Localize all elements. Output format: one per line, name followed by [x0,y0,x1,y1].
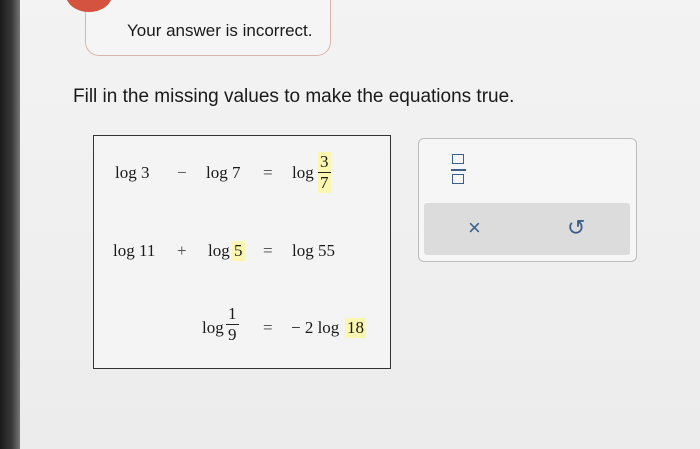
eq3-answer-input[interactable]: 18 [345,318,366,338]
action-bar [424,203,630,255]
eq2-operator: + [177,241,187,260]
eq1-right-log: log [292,163,314,182]
fraction-template-denominator-box [452,174,464,184]
undo-icon[interactable]: ↺ [567,217,585,239]
eq2-middle-log: log [208,241,230,260]
fraction-template-icon[interactable] [451,154,467,186]
eq1-equals: = [263,163,273,182]
window-left-edge [0,0,20,449]
instruction-text: Fill in the missing values to make the e… [73,86,515,107]
fraction-template-numerator-box [452,154,464,164]
eq1-left: log 3 [115,163,150,182]
eq3-denominator: 9 [228,325,237,345]
eq1-answer-fraction[interactable]: 3 7 [318,152,331,194]
eq3-left-fraction: 1 9 [226,304,239,345]
eq1-middle: log 7 [206,163,241,182]
feedback-message: Your answer is incorrect. [127,21,313,40]
eq3-numerator: 1 [228,304,237,323]
eq3-right-prefix: − 2 log [291,318,340,337]
eq2-answer-input[interactable]: 5 [232,241,245,261]
eq3-equals: = [263,318,273,337]
eq2-right: log 55 [292,241,335,260]
eq3-left-log: log [202,318,224,337]
eq1-answer-numerator[interactable]: 3 [318,152,331,172]
eq2-equals: = [263,241,273,260]
clear-icon[interactable]: × [468,217,481,239]
eq1-answer-denominator[interactable]: 7 [318,173,331,194]
fraction-template-bar [451,169,466,171]
eq1-operator: − [177,163,187,182]
eq2-left: log 11 [113,241,156,260]
